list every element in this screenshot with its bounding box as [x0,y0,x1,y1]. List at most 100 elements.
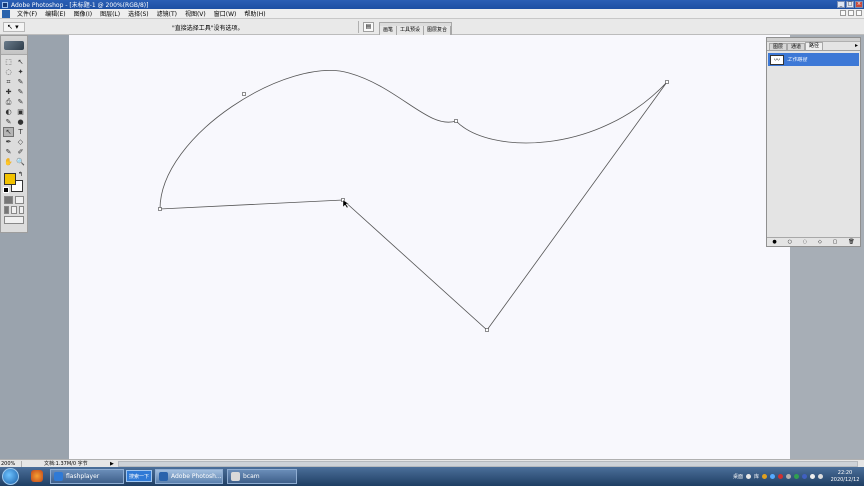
work-path-drawing [158,70,669,332]
tray-icon-1[interactable] [745,474,751,479]
swap-colors-icon[interactable]: ↰ [18,171,23,178]
window-title: Adobe Photoshop - [未标题-1 @ 200%(RGB/8)] [11,2,149,9]
notes-tool-icon[interactable]: ✎ [3,147,14,157]
magic-wand-icon[interactable]: ✦ [15,67,26,77]
palette-menu-icon[interactable]: ▸ [855,42,858,49]
menu-filter[interactable]: 滤镜(T) [153,9,181,18]
doc-minimize-icon[interactable] [840,10,846,16]
taskbar: flashplayer 搜索一下 Adobe Photosh... bcam 桌… [0,467,864,486]
minimize-button[interactable]: _ [837,1,845,8]
pen-tool-icon[interactable]: ✒ [3,137,14,147]
tray-icon-7[interactable] [802,474,807,479]
menu-view[interactable]: 视图(V) [181,9,210,18]
anchor-point[interactable] [158,207,162,211]
eraser-tool-icon[interactable]: ◐ [3,107,14,117]
menu-window[interactable]: 窗口(W) [210,9,241,18]
start-button[interactable] [2,468,19,485]
shape-tool-icon[interactable]: ◇ [15,137,26,147]
volume-icon[interactable] [810,474,815,479]
marquee-tool-icon[interactable]: ⬚ [3,57,14,67]
foreground-color-swatch[interactable] [4,173,16,185]
anchor-point[interactable] [454,119,458,123]
tab-channels[interactable]: 通道 [787,43,806,50]
make-work-path-icon[interactable]: ◇ [818,239,822,245]
anchor-point[interactable] [665,80,669,84]
document-canvas[interactable] [69,35,790,459]
tool-grid: ⬚ ↖ ◌ ✦ ⌗ ✎ ✚ ✎ ⎙ ✎ ◐ ▣ ✎ ● ↖ T ✒ ◇ ✎ ✐ … [1,55,27,169]
file-browser-icon[interactable]: ▤ [363,22,374,32]
clock[interactable]: 22:20 2020/12/12 [826,470,864,484]
anchor-point[interactable] [242,92,246,96]
standard-screen-icon[interactable] [4,206,10,214]
work-path[interactable] [159,70,668,331]
paths-palette: 图层 通道 路径 ▸ 〰 工作路径 ● ○ ◌ ◇ ▢ 🗑 [766,37,861,247]
eyedropper-tool-icon[interactable]: ✐ [15,147,26,157]
quick-mask-mode-icon[interactable] [15,196,24,204]
palette-tabs: 图层 通道 路径 ▸ [767,42,860,51]
move-tool-icon[interactable]: ↖ [15,57,26,67]
type-tool-icon[interactable]: T [15,127,26,137]
well-tab-tool-presets[interactable]: 工具预设 [397,26,425,35]
clone-stamp-icon[interactable]: ⎙ [3,97,14,107]
lasso-tool-icon[interactable]: ◌ [3,67,14,77]
firefox-icon[interactable] [31,470,43,482]
path-row-work-path[interactable]: 〰 工作路径 [768,53,859,66]
tray-icon-3[interactable] [770,474,775,479]
full-screen-icon[interactable] [18,206,24,214]
menu-edit[interactable]: 编辑(E) [41,9,69,18]
gradient-tool-icon[interactable]: ▣ [15,107,26,117]
tool-preset-picker[interactable]: ↖ ▾ [3,22,25,32]
slice-tool-icon[interactable]: ✎ [15,77,26,87]
delete-path-icon[interactable]: 🗑 [848,239,854,245]
load-as-selection-icon[interactable]: ◌ [803,239,807,245]
zoom-level[interactable]: 200% [0,460,22,467]
taskbar-item-photoshop[interactable]: Adobe Photosh... [155,469,223,484]
path-thumbnail-icon: 〰 [770,54,784,65]
default-colors-icon[interactable] [3,187,9,193]
menu-layer[interactable]: 图层(L) [96,9,124,18]
direct-selection-tool-icon[interactable]: ↖ [3,127,14,137]
dodge-tool-icon[interactable]: ● [15,117,26,127]
stroke-path-icon[interactable]: ○ [788,239,792,245]
tray-icon-2[interactable] [762,474,767,479]
hand-tool-icon[interactable]: ✋ [3,157,14,167]
menu-file[interactable]: 文件(F) [13,9,41,18]
mask-modes [1,195,27,205]
menu-select[interactable]: 选择(S) [124,9,153,18]
imageready-icon[interactable] [4,216,24,224]
full-screen-menu-icon[interactable] [11,206,17,214]
blur-tool-icon[interactable]: ✎ [3,117,14,127]
fill-path-icon[interactable]: ● [772,239,776,245]
well-tab-layer-comps[interactable]: 图层复合 [424,26,452,35]
color-swatches: ↰ [1,171,27,195]
healing-brush-icon[interactable]: ✚ [3,87,14,97]
tray-library-label[interactable]: 库 [754,473,759,480]
tab-paths[interactable]: 路径 [805,42,824,50]
tray-icon-6[interactable] [794,474,799,479]
taskbar-item-bcam[interactable]: bcam [227,469,297,484]
tray-icon-5[interactable] [786,474,791,479]
search-button[interactable]: 搜索一下 [126,470,152,482]
network-icon[interactable] [818,474,823,479]
brush-tool-icon[interactable]: ✎ [15,87,26,97]
doc-close-icon[interactable] [856,10,862,16]
anchor-point[interactable] [485,328,489,332]
taskbar-item-flashplayer[interactable]: flashplayer [50,469,124,484]
tray-desktop-label[interactable]: 桌面 [733,473,743,480]
tray-icon-4[interactable] [778,474,783,479]
menu-image[interactable]: 图像(I) [70,9,96,18]
maximize-button[interactable]: □ [846,1,854,8]
well-tab-brushes[interactable]: 画笔 [380,26,398,35]
crop-tool-icon[interactable]: ⌗ [3,77,14,87]
standard-mode-icon[interactable] [4,196,13,204]
doc-restore-icon[interactable] [848,10,854,16]
menu-help[interactable]: 帮助(H) [240,9,269,18]
status-menu-arrow-icon[interactable]: ▶ [110,461,114,467]
adobe-feather-icon[interactable] [4,41,24,50]
tab-layers[interactable]: 图层 [769,43,788,50]
zoom-tool-icon[interactable]: 🔍 [15,157,26,167]
toolbox-header [1,36,27,55]
history-brush-icon[interactable]: ✎ [15,97,26,107]
new-path-icon[interactable]: ▢ [833,239,838,245]
close-button[interactable]: × [855,1,863,8]
